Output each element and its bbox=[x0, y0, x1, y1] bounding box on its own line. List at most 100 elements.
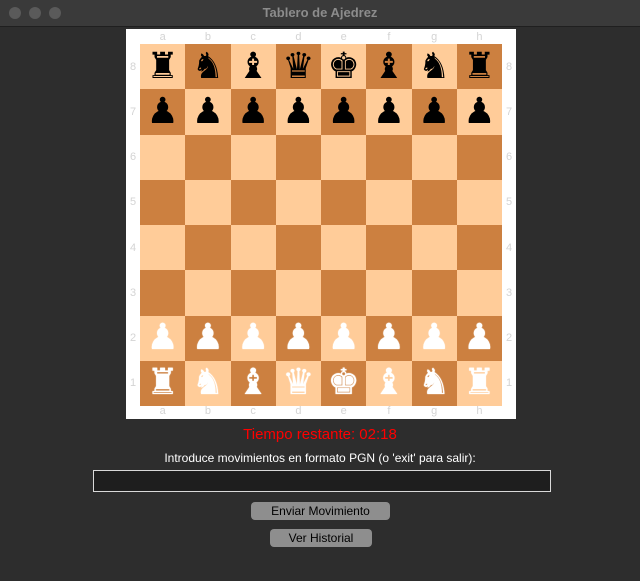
white-piece-icon[interactable]: ♟ bbox=[282, 320, 314, 356]
square-d6[interactable] bbox=[275, 134, 321, 180]
white-piece-icon[interactable]: ♟ bbox=[373, 320, 405, 356]
square-f8[interactable]: ♝ bbox=[366, 44, 412, 90]
square-g6[interactable] bbox=[411, 134, 457, 180]
square-g4[interactable] bbox=[411, 225, 457, 271]
square-b7[interactable]: ♟ bbox=[185, 89, 231, 135]
square-e5[interactable] bbox=[321, 179, 367, 225]
white-piece-icon[interactable]: ♟ bbox=[418, 320, 450, 356]
white-piece-icon[interactable]: ♛ bbox=[282, 365, 314, 401]
black-piece-icon[interactable]: ♟ bbox=[373, 93, 405, 130]
square-b1[interactable]: ♞ bbox=[185, 360, 231, 406]
square-b8[interactable]: ♞ bbox=[185, 44, 231, 90]
chess-board[interactable]: ♜ ♞ ♝ ♛ ♚ ♝ ♞ ♜ ♟ ♟ ♟ ♟ ♟ ♟ ♟ ♟ ♟ ♟ ♟ ♟ ♟ ♟ ♟ ♟ ♜ ♞ ♝ ♛ ♚ ♝ ♞ ♜ bbox=[140, 44, 502, 406]
square-e8[interactable]: ♚ bbox=[321, 44, 367, 90]
square-b5[interactable] bbox=[185, 179, 231, 225]
square-b2[interactable]: ♟ bbox=[185, 315, 231, 361]
black-piece-icon[interactable]: ♟ bbox=[418, 93, 450, 130]
square-d5[interactable] bbox=[275, 179, 321, 225]
square-d7[interactable]: ♟ bbox=[275, 89, 321, 135]
square-d8[interactable]: ♛ bbox=[275, 44, 321, 90]
square-f5[interactable] bbox=[366, 179, 412, 225]
square-d3[interactable] bbox=[275, 270, 321, 316]
square-g5[interactable] bbox=[411, 179, 457, 225]
move-input[interactable] bbox=[93, 470, 551, 492]
square-b6[interactable] bbox=[185, 134, 231, 180]
white-piece-icon[interactable]: ♝ bbox=[373, 365, 405, 401]
square-f2[interactable]: ♟ bbox=[366, 315, 412, 361]
square-e2[interactable]: ♟ bbox=[321, 315, 367, 361]
square-f3[interactable] bbox=[366, 270, 412, 316]
square-c5[interactable] bbox=[230, 179, 276, 225]
white-piece-icon[interactable]: ♞ bbox=[418, 365, 450, 401]
square-a1[interactable]: ♜ bbox=[140, 360, 186, 406]
square-c3[interactable] bbox=[230, 270, 276, 316]
square-c8[interactable]: ♝ bbox=[230, 44, 276, 90]
square-f7[interactable]: ♟ bbox=[366, 89, 412, 135]
square-h6[interactable] bbox=[456, 134, 502, 180]
square-h5[interactable] bbox=[456, 179, 502, 225]
square-d2[interactable]: ♟ bbox=[275, 315, 321, 361]
square-a8[interactable]: ♜ bbox=[140, 44, 186, 90]
square-g3[interactable] bbox=[411, 270, 457, 316]
square-a2[interactable]: ♟ bbox=[140, 315, 186, 361]
view-history-button[interactable]: Ver Historial bbox=[270, 529, 372, 547]
square-c6[interactable] bbox=[230, 134, 276, 180]
black-piece-icon[interactable]: ♟ bbox=[282, 93, 314, 130]
black-piece-icon[interactable]: ♝ bbox=[373, 48, 405, 85]
square-b4[interactable] bbox=[185, 225, 231, 271]
square-a5[interactable] bbox=[140, 179, 186, 225]
square-g8[interactable]: ♞ bbox=[411, 44, 457, 90]
square-b3[interactable] bbox=[185, 270, 231, 316]
square-g7[interactable]: ♟ bbox=[411, 89, 457, 135]
square-d1[interactable]: ♛ bbox=[275, 360, 321, 406]
square-a7[interactable]: ♟ bbox=[140, 89, 186, 135]
white-piece-icon[interactable]: ♟ bbox=[327, 320, 359, 356]
black-piece-icon[interactable]: ♟ bbox=[146, 93, 178, 130]
black-piece-icon[interactable]: ♜ bbox=[463, 48, 495, 85]
square-e7[interactable]: ♟ bbox=[321, 89, 367, 135]
black-piece-icon[interactable]: ♝ bbox=[237, 48, 269, 85]
white-piece-icon[interactable]: ♟ bbox=[237, 320, 269, 356]
square-f4[interactable] bbox=[366, 225, 412, 271]
black-piece-icon[interactable]: ♚ bbox=[327, 48, 359, 85]
square-f1[interactable]: ♝ bbox=[366, 360, 412, 406]
square-h2[interactable]: ♟ bbox=[456, 315, 502, 361]
square-a3[interactable] bbox=[140, 270, 186, 316]
black-piece-icon[interactable]: ♞ bbox=[192, 48, 224, 85]
square-f6[interactable] bbox=[366, 134, 412, 180]
white-piece-icon[interactable]: ♟ bbox=[146, 320, 178, 356]
square-e6[interactable] bbox=[321, 134, 367, 180]
square-c1[interactable]: ♝ bbox=[230, 360, 276, 406]
white-piece-icon[interactable]: ♟ bbox=[463, 320, 495, 356]
black-piece-icon[interactable]: ♟ bbox=[192, 93, 224, 130]
square-a4[interactable] bbox=[140, 225, 186, 271]
square-c4[interactable] bbox=[230, 225, 276, 271]
square-h8[interactable]: ♜ bbox=[456, 44, 502, 90]
white-piece-icon[interactable]: ♝ bbox=[237, 365, 269, 401]
white-piece-icon[interactable]: ♟ bbox=[192, 320, 224, 356]
square-h7[interactable]: ♟ bbox=[456, 89, 502, 135]
black-piece-icon[interactable]: ♞ bbox=[418, 48, 450, 85]
white-piece-icon[interactable]: ♚ bbox=[327, 365, 359, 401]
square-h4[interactable] bbox=[456, 225, 502, 271]
white-piece-icon[interactable]: ♜ bbox=[146, 365, 178, 401]
square-e4[interactable] bbox=[321, 225, 367, 271]
black-piece-icon[interactable]: ♛ bbox=[282, 48, 314, 85]
black-piece-icon[interactable]: ♟ bbox=[463, 93, 495, 130]
square-h3[interactable] bbox=[456, 270, 502, 316]
title-bar[interactable]: Tablero de Ajedrez bbox=[0, 0, 640, 27]
square-e3[interactable] bbox=[321, 270, 367, 316]
send-move-button[interactable]: Enviar Movimiento bbox=[251, 502, 390, 520]
square-h1[interactable]: ♜ bbox=[456, 360, 502, 406]
square-c2[interactable]: ♟ bbox=[230, 315, 276, 361]
square-g2[interactable]: ♟ bbox=[411, 315, 457, 361]
square-c7[interactable]: ♟ bbox=[230, 89, 276, 135]
black-piece-icon[interactable]: ♜ bbox=[146, 48, 178, 85]
white-piece-icon[interactable]: ♞ bbox=[192, 365, 224, 401]
black-piece-icon[interactable]: ♟ bbox=[327, 93, 359, 130]
square-e1[interactable]: ♚ bbox=[321, 360, 367, 406]
white-piece-icon[interactable]: ♜ bbox=[463, 365, 495, 401]
square-a6[interactable] bbox=[140, 134, 186, 180]
square-g1[interactable]: ♞ bbox=[411, 360, 457, 406]
black-piece-icon[interactable]: ♟ bbox=[237, 93, 269, 130]
